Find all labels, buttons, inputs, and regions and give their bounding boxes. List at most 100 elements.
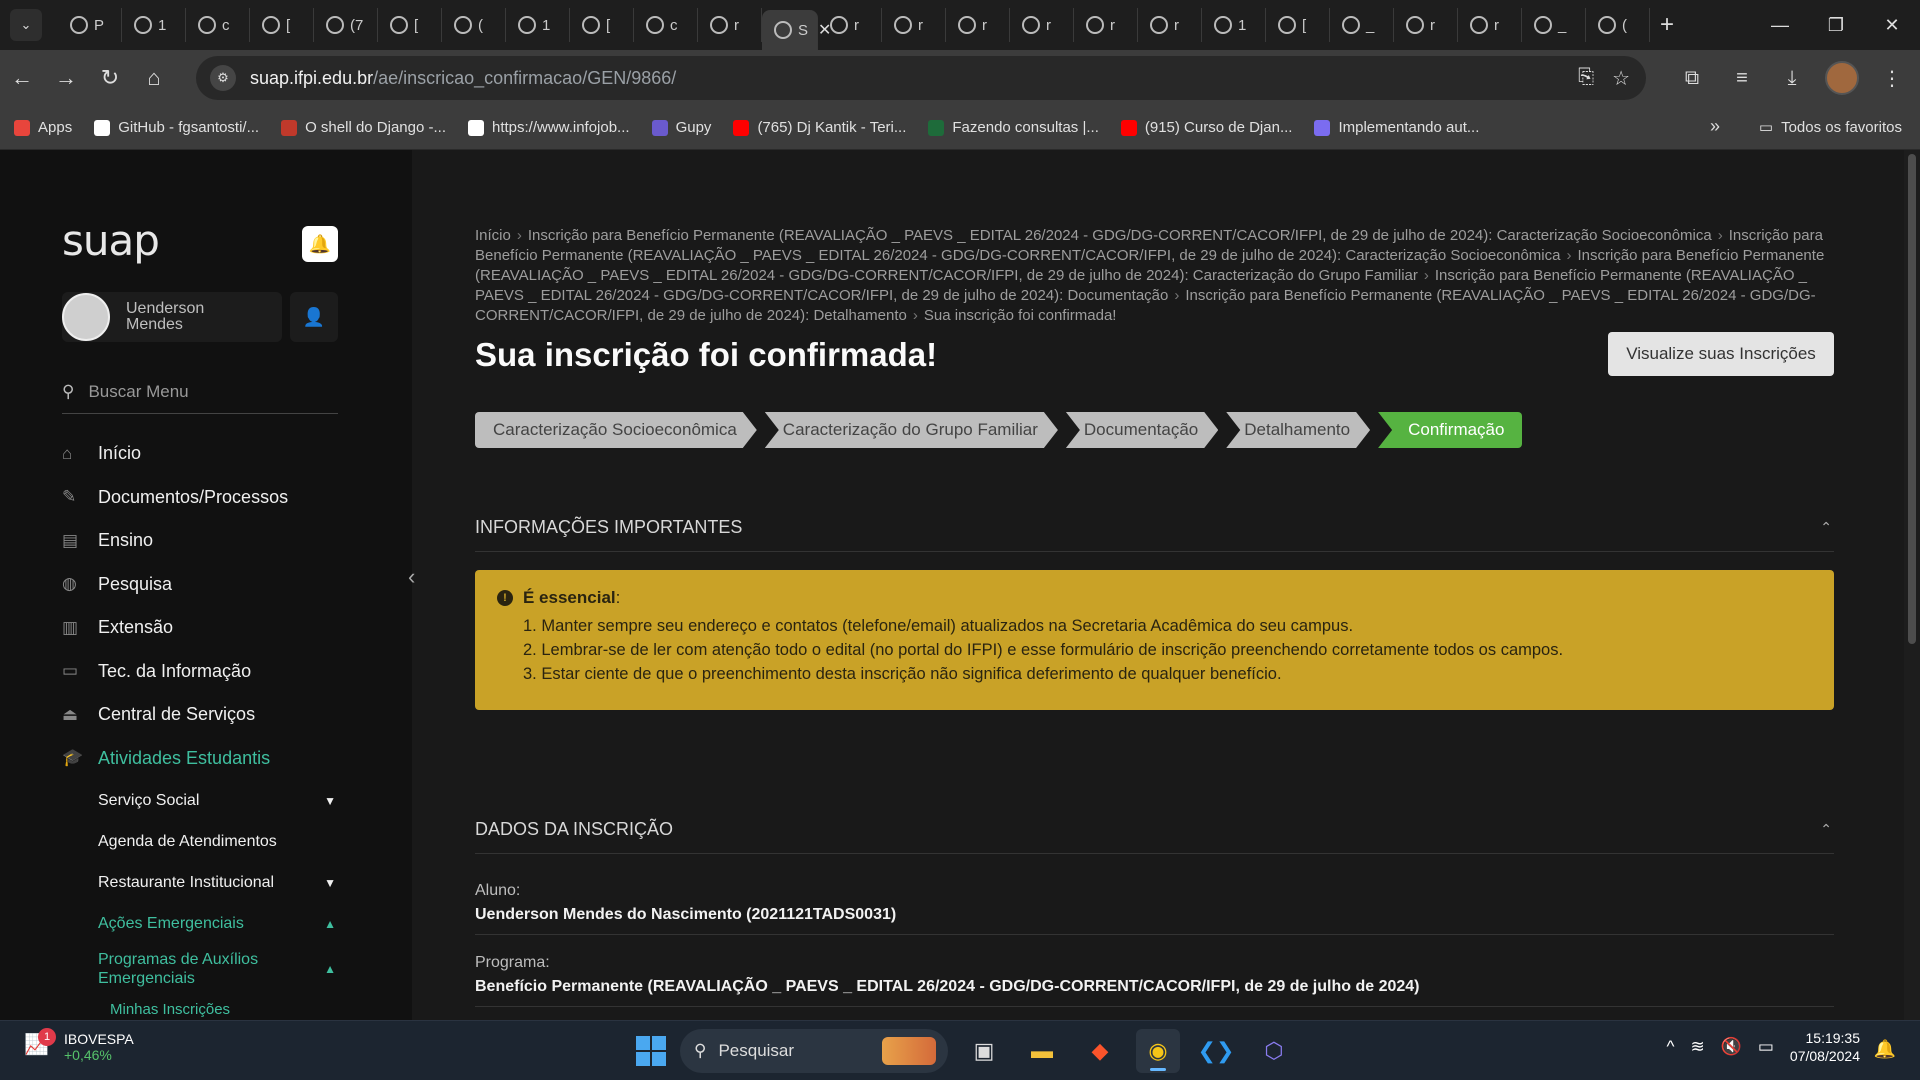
progress-step[interactable]: Confirmação: [1378, 412, 1523, 448]
progress-step[interactable]: Documentação: [1066, 412, 1218, 448]
submenu-item[interactable]: Ações Emergenciais ▲: [98, 903, 338, 944]
view-inscriptions-button[interactable]: Visualize suas Inscrições: [1608, 332, 1834, 376]
browser-tab[interactable]: r: [698, 8, 762, 42]
address-bar[interactable]: ⚙ suap.ifpi.edu.br/ae/inscricao_confirma…: [196, 56, 1646, 100]
vscode-icon[interactable]: ❮❯: [1194, 1029, 1238, 1073]
browser-tab[interactable]: P: [58, 8, 122, 42]
browser-tab[interactable]: [: [570, 8, 634, 42]
section-header-info[interactable]: INFORMAÇÕES IMPORTANTES ⌃: [475, 504, 1834, 552]
chevron-up-icon[interactable]: ⌃: [1820, 821, 1832, 838]
tab-search-button[interactable]: ⌄: [10, 9, 42, 41]
browser-tab[interactable]: r: [1138, 8, 1202, 42]
browser-tab[interactable]: c: [186, 8, 250, 42]
bookmark-item[interactable]: (915) Curso de Djan...: [1120, 119, 1292, 136]
file-explorer-icon[interactable]: ▬: [1020, 1029, 1064, 1073]
browser-tab-active[interactable]: S ✕: [762, 10, 831, 50]
browser-tab[interactable]: 1: [122, 8, 186, 42]
suap-logo[interactable]: suap: [62, 216, 160, 265]
page-scrollbar[interactable]: [1904, 150, 1920, 1020]
bookmark-item[interactable]: Implementando aut...: [1314, 119, 1479, 136]
sidebar-item[interactable]: ✎ Documentos/Processos: [62, 476, 338, 520]
sidebar-item[interactable]: ◍ Pesquisa: [62, 563, 338, 607]
submenu-item[interactable]: Programas de Auxílios Emergenciais ▲: [98, 944, 338, 994]
notifications-button[interactable]: 🔔: [302, 226, 338, 262]
sidebar-item[interactable]: ▥ Extensão: [62, 606, 338, 650]
wifi-icon[interactable]: ≋: [1690, 1037, 1704, 1057]
user-menu-button[interactable]: 👤: [290, 292, 338, 342]
progress-step[interactable]: Caracterização Socioeconômica: [475, 412, 757, 448]
kebab-menu-icon[interactable]: ⋮: [1874, 56, 1910, 100]
browser-tab[interactable]: _: [1522, 8, 1586, 42]
bookmark-item[interactable]: Apps: [14, 119, 72, 136]
media-control-icon[interactable]: ≡: [1724, 56, 1760, 100]
chrome-icon[interactable]: ◉: [1136, 1029, 1180, 1073]
breadcrumb-link[interactable]: Inscrição para Benefício Permanente (REA…: [528, 227, 1712, 244]
browser-tab[interactable]: r: [1394, 8, 1458, 42]
browser-tab[interactable]: [: [1266, 8, 1330, 42]
download-icon[interactable]: ⤓: [1774, 56, 1810, 100]
browser-tab[interactable]: [: [378, 8, 442, 42]
home-button[interactable]: ⌂: [132, 56, 176, 100]
browser-tab[interactable]: 1: [1202, 8, 1266, 42]
section-header-data[interactable]: DADOS DA INSCRIÇÃO ⌃: [475, 806, 1834, 854]
progress-step[interactable]: Detalhamento: [1226, 412, 1370, 448]
profile-button[interactable]: [1824, 56, 1860, 100]
taskbar-search[interactable]: ⚲ Pesquisar: [680, 1029, 948, 1073]
new-tab-icon[interactable]: +: [1660, 11, 1674, 39]
reload-button[interactable]: ↻: [88, 56, 132, 100]
chevron-down-icon[interactable]: ▼: [324, 794, 336, 808]
browser-tab[interactable]: (: [1586, 8, 1650, 42]
stock-widget[interactable]: 📈 1 IBOVESPA +0,46%: [24, 1028, 134, 1063]
browser-tab[interactable]: (7: [314, 8, 378, 42]
brave-browser-icon[interactable]: ◆: [1078, 1029, 1122, 1073]
bookmark-item[interactable]: (765) Dj Kantik - Teri...: [733, 119, 906, 136]
muted-speaker-icon[interactable]: 🔇: [1721, 1037, 1742, 1057]
battery-icon[interactable]: ▭: [1758, 1037, 1774, 1057]
breadcrumb-link[interactable]: Início: [475, 227, 511, 244]
forward-button[interactable]: →: [44, 56, 88, 100]
browser-tab[interactable]: (: [442, 8, 506, 42]
chevron-up-icon[interactable]: ▲: [324, 960, 336, 979]
browser-tab[interactable]: r: [818, 8, 882, 42]
sidebar-item[interactable]: ▤ Ensino: [62, 519, 338, 563]
chevron-up-icon[interactable]: ⌃: [1820, 519, 1832, 536]
browser-tab[interactable]: [: [250, 8, 314, 42]
sidebar-item[interactable]: ⏏ Central de Serviços: [62, 693, 338, 737]
browser-tab[interactable]: r: [1458, 8, 1522, 42]
user-profile-link[interactable]: Uenderson Mendes: [62, 292, 282, 342]
submenu-item[interactable]: Agenda de Atendimentos: [98, 821, 338, 862]
browser-tab[interactable]: _: [1330, 8, 1394, 42]
bookmark-item[interactable]: GitHub - fgsantosti/...: [94, 119, 259, 136]
task-view-icon[interactable]: ▣: [962, 1029, 1006, 1073]
minimize-icon[interactable]: —: [1752, 0, 1808, 50]
notification-bell-icon[interactable]: 🔔: [1874, 1039, 1896, 1060]
submenu-item-minhas-inscricoes[interactable]: Minhas Inscrições: [98, 994, 338, 1020]
bookmark-item[interactable]: https://www.infojob...: [468, 119, 630, 136]
bookmark-star-icon[interactable]: ☆: [1612, 66, 1630, 91]
copilot-app-icon[interactable]: ⬡: [1252, 1029, 1296, 1073]
browser-tab[interactable]: r: [1074, 8, 1138, 42]
bookmarks-overflow-icon[interactable]: »: [1710, 116, 1720, 137]
submenu-item[interactable]: Serviço Social ▼: [98, 780, 338, 821]
sidebar-item[interactable]: 🎓 Atividades Estudantis: [62, 737, 338, 781]
bookmark-item[interactable]: Fazendo consultas |...: [928, 119, 1099, 136]
menu-search-input[interactable]: Buscar Menu: [88, 382, 188, 402]
back-button[interactable]: ←: [0, 56, 44, 100]
browser-tab[interactable]: r: [1010, 8, 1074, 42]
progress-step[interactable]: Caracterização do Grupo Familiar: [765, 412, 1058, 448]
chevron-up-icon[interactable]: ▲: [324, 917, 336, 931]
all-bookmarks[interactable]: ▭ Todos os favoritos: [1759, 118, 1902, 137]
browser-tab[interactable]: c: [634, 8, 698, 42]
browser-tab[interactable]: 1: [506, 8, 570, 42]
restore-icon[interactable]: ❐: [1808, 0, 1864, 50]
menu-search[interactable]: ⚲ Buscar Menu: [62, 370, 338, 414]
submenu-item[interactable]: Restaurante Institucional ▼: [98, 862, 338, 903]
collapse-sidebar-button[interactable]: ‹: [408, 564, 415, 590]
close-window-icon[interactable]: ✕: [1864, 0, 1920, 50]
site-info-icon[interactable]: ⚙: [210, 65, 236, 91]
sidebar-item[interactable]: ⌂ Início: [62, 432, 338, 476]
bookmark-item[interactable]: Gupy: [651, 119, 711, 136]
chevron-down-icon[interactable]: ▼: [324, 876, 336, 890]
browser-tab[interactable]: r: [946, 8, 1010, 42]
browser-tab[interactable]: r: [882, 8, 946, 42]
